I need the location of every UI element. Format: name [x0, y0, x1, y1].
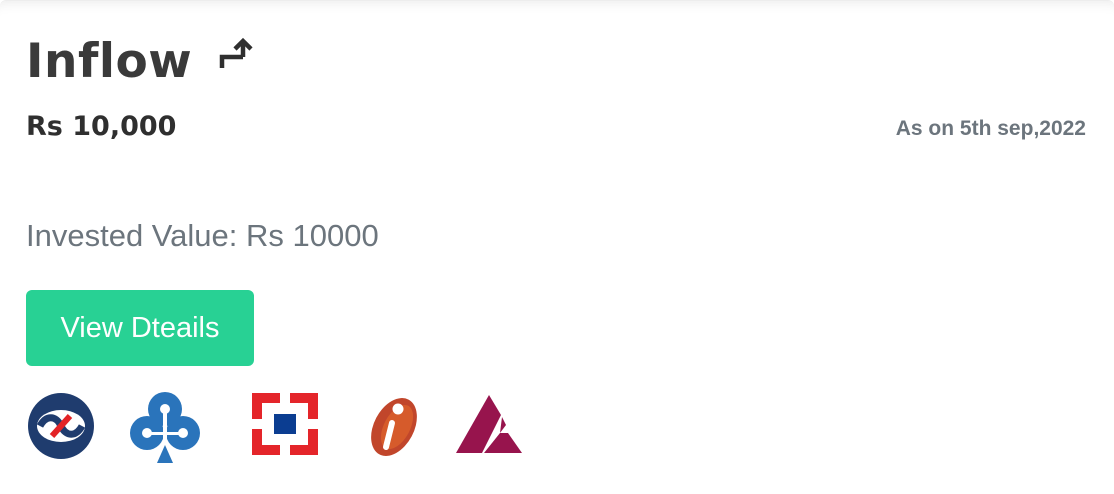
inflow-amount: Rs 10,000: [26, 111, 177, 142]
axis-logo-icon: [456, 395, 522, 453]
hdfc-logo-icon: [252, 393, 318, 455]
sbi-logo-icon: [130, 392, 200, 463]
invested-value: Invested Value: Rs 10000: [26, 218, 379, 253]
view-details-button[interactable]: View Dteails: [26, 290, 254, 366]
turn-up-right-arrow-icon[interactable]: [216, 36, 254, 74]
icici-logo-icon: [371, 398, 417, 456]
title-row: Inflow: [26, 31, 254, 91]
card-title: Inflow: [26, 33, 193, 89]
as-on-date: As on 5th sep,2022: [895, 117, 1086, 140]
inflow-card: Inflow Rs 10,000 As on 5th sep,2022 Inve…: [0, 0, 1114, 494]
kotak-logo-icon: [28, 393, 94, 459]
